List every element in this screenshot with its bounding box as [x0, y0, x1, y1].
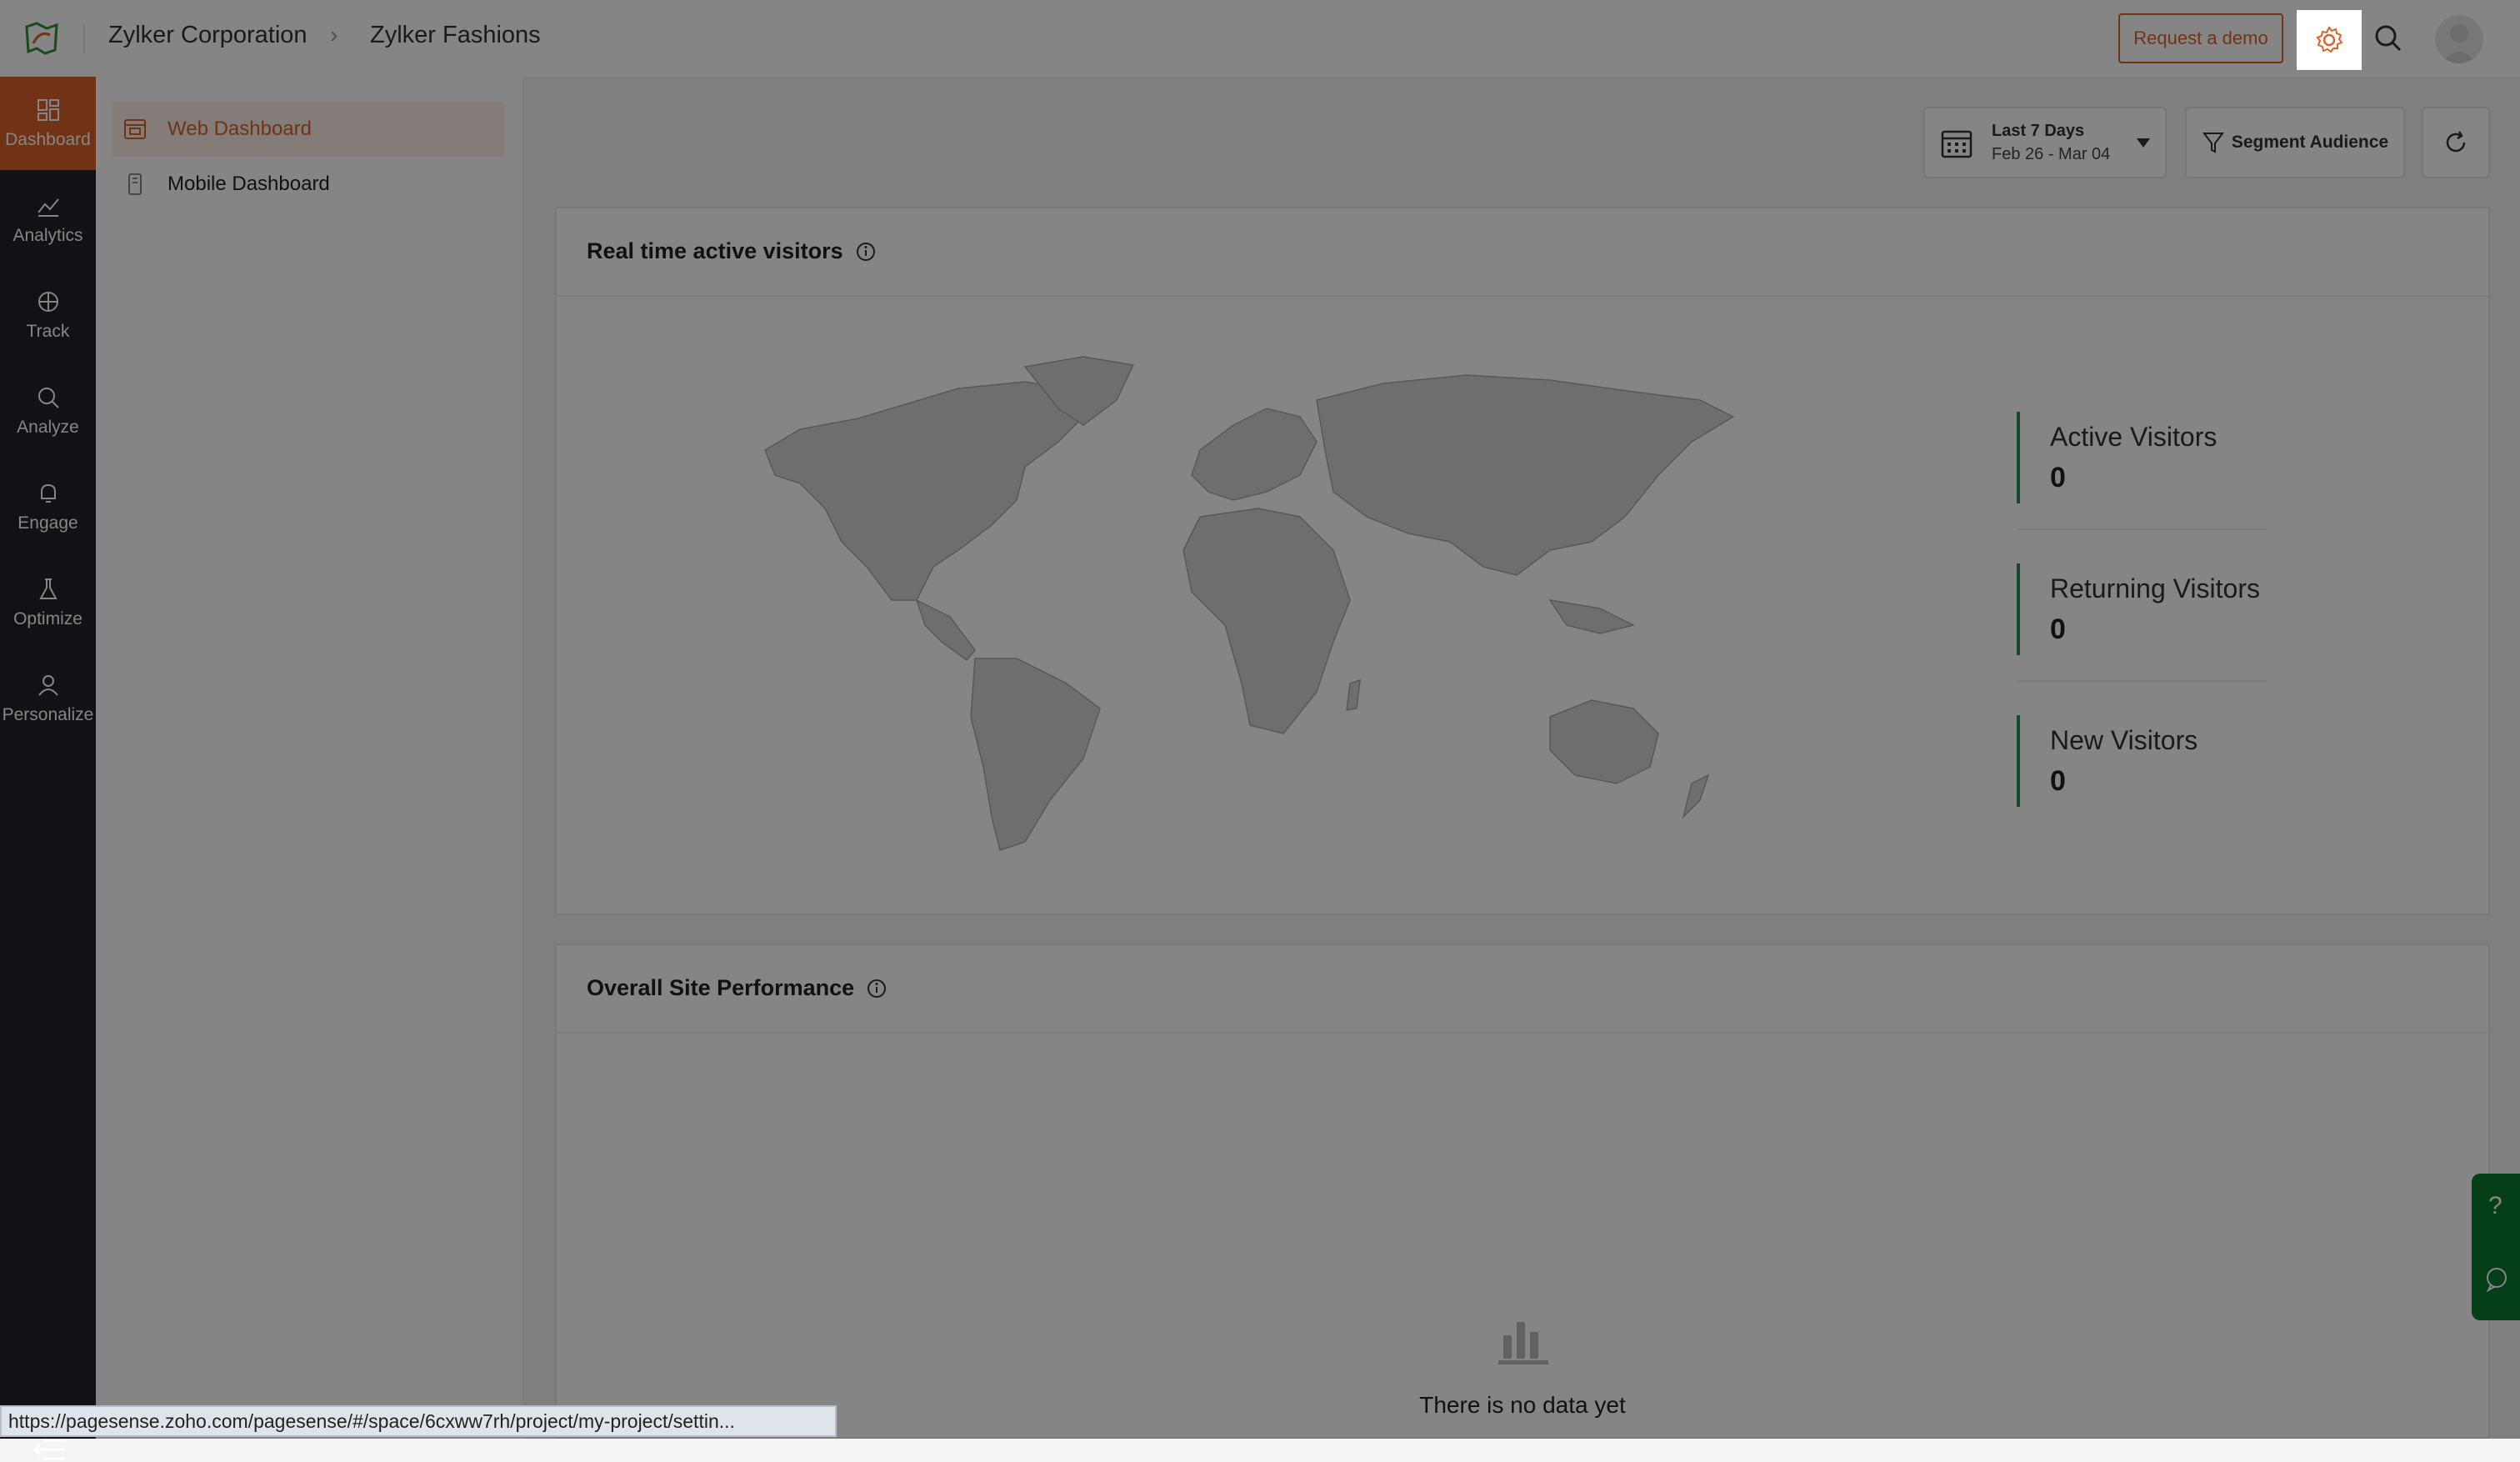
card-title: Real time active visitors: [587, 238, 877, 264]
map-central-america: [915, 598, 976, 662]
stat-value: 0: [2050, 613, 2066, 645]
breadcrumb-project[interactable]: Zylker Fashions: [370, 22, 541, 49]
card-title: Overall Site Performance: [587, 975, 888, 1001]
calendar-icon: [1941, 130, 1972, 158]
nav-analytics[interactable]: Analytics: [0, 173, 96, 266]
top-bar: Zylker Corporation › Zylker Fashions Req…: [0, 0, 2520, 78]
analyze-icon: [38, 388, 59, 408]
date-range-value: Feb 26 - Mar 04: [1992, 145, 2111, 163]
map-southeast-asia: [1548, 598, 1636, 634]
map-south-america: [970, 658, 1101, 851]
request-demo-button[interactable]: Request a demo: [2118, 13, 2283, 63]
map-asia: [1316, 374, 1735, 576]
bell-icon: [40, 483, 56, 503]
bar-chart-icon: [1498, 1322, 1548, 1364]
realtime-title: Real time active visitors: [587, 238, 843, 263]
track-icon: [38, 292, 58, 312]
help-icon[interactable]: ?: [2488, 1192, 2502, 1220]
stat-value: 0: [2050, 765, 2066, 797]
help-widget[interactable]: ?: [2472, 1174, 2520, 1320]
date-range-picker[interactable]: Last 7 Days Feb 26 - Mar 04: [1923, 107, 2167, 178]
left-nav: Dashboard Analytics Track Analyze Engage: [0, 77, 96, 1460]
nav-optimize[interactable]: Optimize: [0, 556, 96, 649]
breadcrumb-divider: [83, 25, 85, 53]
info-icon[interactable]: [855, 241, 877, 263]
stat-label: Returning Visitors: [2050, 573, 2260, 603]
nav-dashboard[interactable]: Dashboard: [0, 77, 96, 170]
world-map: [764, 356, 1735, 851]
info-icon[interactable]: [866, 978, 888, 999]
map-europe: [1191, 408, 1318, 501]
chevron-down-icon: [2137, 138, 2150, 148]
nav-label: Analytics: [12, 226, 83, 245]
nav-label: Dashboard: [5, 130, 91, 149]
map-new-zealand: [1682, 774, 1710, 819]
web-dashboard-icon: [124, 119, 146, 139]
nav-analyze[interactable]: Analyze: [0, 364, 96, 458]
refresh-icon: [2446, 131, 2466, 153]
stat-label: New Visitors: [2050, 725, 2198, 755]
gear-icon: [2316, 26, 2343, 53]
chat-icon[interactable]: [2483, 1265, 2510, 1292]
stat-label: Active Visitors: [2050, 422, 2218, 452]
map-madagascar: [1346, 678, 1361, 711]
mobile-icon: [128, 173, 142, 195]
submenu-web-dashboard[interactable]: Web Dashboard: [112, 102, 504, 157]
stat-divider: [2017, 528, 2267, 530]
user-icon: [38, 675, 58, 696]
date-range-title: Last 7 Days: [1992, 122, 2085, 140]
new-visitors-stat: New Visitors 0: [2017, 715, 2270, 807]
submenu-mobile-dashboard[interactable]: Mobile Dashboard: [112, 157, 504, 212]
nav-label: Personalize: [2, 705, 94, 724]
settings-button[interactable]: [2297, 10, 2362, 70]
submenu-label: Mobile Dashboard: [168, 173, 330, 195]
card-divider: [557, 295, 2488, 297]
dashboard-icon: [37, 99, 59, 121]
active-visitors-stat: Active Visitors 0: [2017, 412, 2270, 503]
nav-label: Analyze: [17, 418, 79, 437]
collapse-sidebar-icon[interactable]: [30, 1437, 67, 1462]
filter-icon: [2202, 133, 2224, 153]
performance-title: Overall Site Performance: [587, 975, 855, 1000]
avatar[interactable]: [2435, 15, 2483, 63]
analytics-icon: [37, 198, 59, 217]
nav-engage[interactable]: Engage: [0, 460, 96, 553]
empty-state-text: There is no data yet: [1419, 1392, 1626, 1418]
segment-audience-button[interactable]: Segment Audience: [2185, 107, 2405, 178]
nav-label: Engage: [18, 513, 78, 533]
submenu-label: Web Dashboard: [168, 118, 312, 140]
search-icon[interactable]: [2372, 22, 2405, 55]
returning-visitors-stat: Returning Visitors 0: [2017, 563, 2270, 655]
stat-divider: [2017, 680, 2267, 682]
dashboard-submenu: Web Dashboard Mobile Dashboard: [96, 77, 524, 1439]
nav-track[interactable]: Track: [0, 268, 96, 362]
map-africa: [1182, 508, 1351, 734]
segment-label: Segment Audience: [2231, 133, 2389, 152]
breadcrumb-separator: ›: [330, 22, 338, 48]
nav-label: Track: [26, 322, 70, 341]
card-divider: [557, 1032, 2488, 1034]
refresh-button[interactable]: [2422, 107, 2490, 178]
nav-personalize[interactable]: Personalize: [0, 652, 96, 745]
stat-value: 0: [2050, 462, 2066, 493]
flask-icon: [38, 578, 58, 599]
map-north-america: [764, 381, 1084, 601]
link-preview-statusbar: https://pagesense.zoho.com/pagesense/#/s…: [0, 1405, 837, 1437]
map-australia: [1549, 699, 1659, 784]
logo-icon[interactable]: [22, 18, 62, 58]
breadcrumb-org[interactable]: Zylker Corporation: [108, 22, 308, 49]
nav-label: Optimize: [13, 609, 82, 628]
